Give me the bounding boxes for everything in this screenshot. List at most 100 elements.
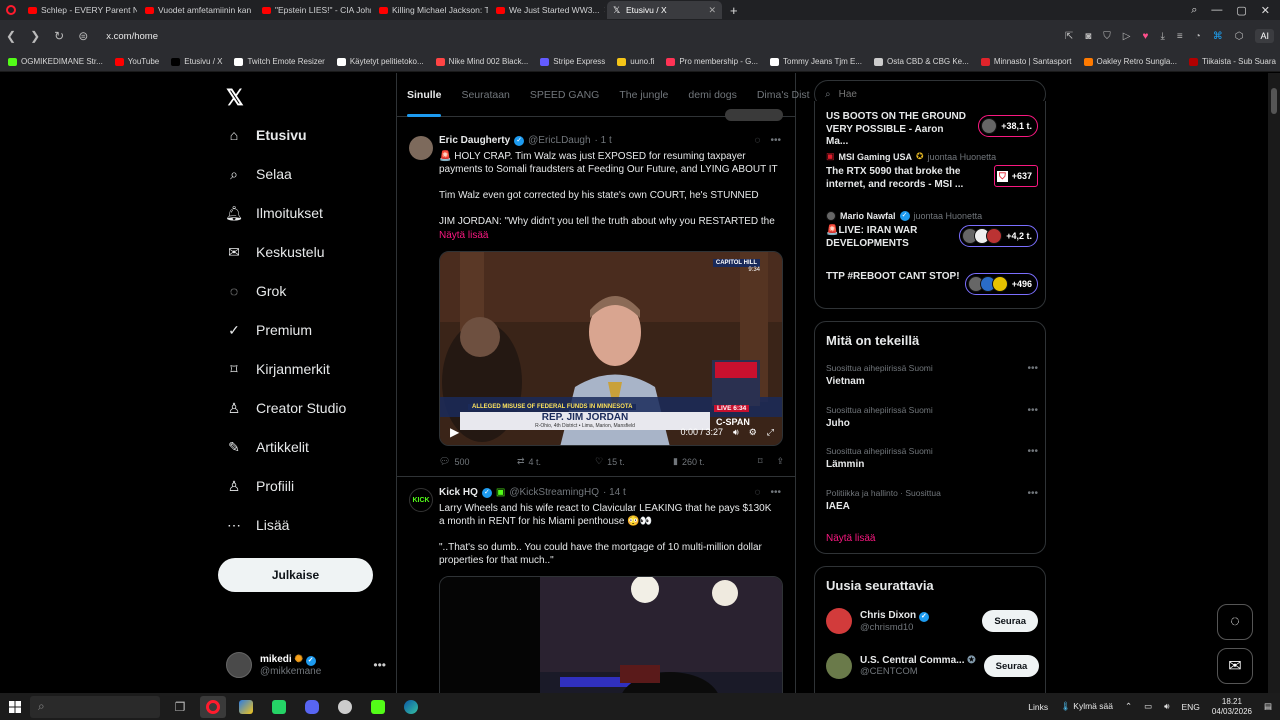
opera-logo-icon[interactable] (0, 0, 22, 20)
space-item[interactable]: Mario Nawfal ✓ juontaa Huonetta 🚨LIVE: IRA… (826, 211, 1038, 255)
browser-tab[interactable]: "Epstein LIES!" - CIA John✕ (256, 1, 371, 19)
windows-start-icon[interactable] (0, 700, 30, 713)
reply-button[interactable]: 💬︎ 500 (439, 456, 517, 467)
share-icon[interactable]: ⇪ (776, 456, 784, 467)
close-window-icon[interactable]: ✕ (1261, 4, 1270, 17)
ai-button[interactable]: AI (1255, 29, 1274, 43)
more-dots-icon[interactable]: ••• (770, 135, 781, 146)
follow-suggestion[interactable]: Chris Dixon ✓ @chrismd10 Seuraa (826, 603, 1038, 639)
fullscreen-icon[interactable]: ⤢ (767, 427, 774, 438)
bookmark-item[interactable]: Tiikaista - Sub Suara (1188, 57, 1276, 66)
nav-item-keskustelu[interactable]: ✉ Keskustelu (226, 240, 324, 264)
app-taskbar-icon[interactable] (332, 696, 358, 718)
nav-item-etusivu[interactable]: ⌂ Etusivu (226, 123, 307, 147)
post-button[interactable]: Julkaise (218, 558, 373, 592)
tweet-time[interactable]: · 1 t (595, 135, 612, 146)
search-input[interactable] (838, 88, 1019, 100)
trends-show-more-link[interactable]: Näytä lisää (826, 533, 875, 544)
minimize-icon[interactable]: — (1211, 4, 1222, 16)
back-icon[interactable]: ❮ (6, 29, 16, 43)
more-dots-icon[interactable]: ••• (1027, 488, 1038, 499)
more-dots-icon[interactable]: ••• (1027, 363, 1038, 374)
nav-item-lisää[interactable]: ⋯ Lisää (226, 513, 289, 537)
avatar[interactable] (409, 136, 433, 160)
like-button[interactable]: ♡ 15 t. (595, 456, 673, 467)
bookmark-item[interactable]: Pro membership - G... (666, 57, 758, 66)
network-icon[interactable]: ▭ (1144, 701, 1152, 712)
clock[interactable]: 18.21 04/03/2026 (1212, 697, 1252, 717)
bookmark-item[interactable]: Käytetyt pelitietoko... (336, 57, 424, 66)
page-scrollbar[interactable] (1268, 73, 1280, 693)
listener-pill[interactable]: +496 (964, 273, 1038, 295)
trend-item[interactable]: Suosittua aihepiirissä Suomi Juho ••• (826, 405, 1038, 429)
new-posts-pill[interactable] (725, 109, 783, 121)
player-icon[interactable]: ▷ (1123, 31, 1131, 42)
links-toolbar[interactable]: Links (1028, 702, 1048, 712)
discord-taskbar-icon[interactable] (299, 696, 325, 718)
bookmark-item[interactable]: Oakley Retro Sungla... (1083, 57, 1177, 66)
extension-icon[interactable]: ⌘ (1213, 31, 1223, 42)
feed-tab[interactable]: Sinulle (397, 73, 451, 117)
space-item[interactable]: US BOOTS ON THE GROUND VERY POSSIBLE - A… (826, 111, 1038, 147)
nav-item-profiili[interactable]: ♙ Profiili (226, 474, 294, 498)
messages-float-button[interactable]: ✉ (1217, 648, 1253, 684)
follow-suggestion[interactable]: U.S. Central Comma... ✪ @CENTCOM Seuraa (826, 648, 1040, 684)
volume-icon[interactable]: 🔊︎ (733, 427, 739, 438)
nav-item-grok[interactable]: ◌ Grok (226, 279, 287, 303)
cube-icon[interactable]: ⬡ (1235, 31, 1244, 42)
bookmark-item[interactable]: Tommy Jeans Tjm E... (770, 57, 862, 66)
browser-tab-active[interactable]: 𝕏 Etusivu / X ✕ (607, 1, 722, 19)
listener-pill[interactable]: +4,2 t. (959, 225, 1038, 247)
browser-tab[interactable]: Schlep - EVERY Parent Ne✕ (22, 1, 137, 19)
camera-icon[interactable]: ◙ (1085, 31, 1091, 42)
tweet-author-handle[interactable]: @EricLDaugh (528, 135, 590, 146)
shield-icon[interactable]: ⛉ (1103, 31, 1111, 42)
more-dots-icon[interactable]: ••• (1027, 446, 1038, 457)
taskbar-search-icon[interactable]: ⌕ (30, 695, 160, 718)
notifications-icon[interactable]: ▤ (1264, 701, 1272, 712)
trend-item[interactable]: Suosittua aihepiirissä Suomi Lämmin ••• (826, 446, 1038, 470)
play-icon[interactable]: ▶ (450, 425, 459, 439)
bookmark-item[interactable]: uuno.fi (617, 57, 654, 66)
settings-icon[interactable]: ⚙ (749, 427, 757, 438)
tweet[interactable]: KICK Kick HQ ✓ ▣ @KickStreamingHQ · 14 t… (397, 478, 795, 693)
bookmark-icon[interactable]: ⌑ (758, 456, 763, 467)
follow-button[interactable]: Seuraa (982, 610, 1038, 632)
feed-tab[interactable]: The jungle (609, 73, 678, 117)
x-logo-icon[interactable]: 𝕏 (226, 85, 244, 111)
heart-icon[interactable]: ♥ (1143, 31, 1149, 42)
show-more-link[interactable]: Näytä lisää (439, 230, 488, 241)
language-indicator[interactable]: ENG (1182, 702, 1200, 712)
trend-item[interactable]: Suosittua aihepiirissä Suomi Vietnam ••• (826, 363, 1038, 387)
search-tabs-icon[interactable]: ⌕ (1191, 4, 1197, 17)
volume-icon[interactable]: 🔊︎ (1164, 701, 1169, 712)
account-switcher[interactable]: mikedi ✺ ✓ @mikkemane ••• (226, 647, 386, 683)
tweet-author-name[interactable]: Eric Daugherty (439, 135, 510, 146)
browser-tab[interactable]: Killing Michael Jackson: Th✕ (373, 1, 488, 19)
repost-button[interactable]: ⇄ 4 t. (517, 456, 595, 467)
space-item[interactable]: TTP #REBOOT CANT STOP! +496 (826, 271, 1038, 301)
bookmark-item[interactable]: YouTube (114, 57, 159, 66)
nav-item-artikkelit[interactable]: ✎ Artikkelit (226, 435, 309, 459)
profile-icon[interactable]: ◔ (1195, 31, 1201, 42)
tweet-video[interactable]: ALLEGED MISUSE OF FEDERAL FUNDS IN MINNE… (439, 251, 783, 446)
whatsapp-taskbar-icon[interactable] (266, 696, 292, 718)
site-info-icon[interactable]: ⊜ (78, 29, 88, 43)
bookmark-item[interactable]: Osta CBD & CBG Ke... (874, 57, 969, 66)
bookmark-item[interactable]: Etusivu / X (171, 57, 222, 66)
space-item[interactable]: ▣ MSI Gaming USA ✪ juontaa Huonetta The RTX… (826, 151, 1038, 195)
avatar[interactable]: KICK (409, 488, 433, 512)
opera-taskbar-icon[interactable] (200, 695, 226, 718)
nav-item-selaa[interactable]: ⌕ Selaa (226, 162, 292, 186)
listener-pill[interactable]: ⛉ +637 (993, 165, 1038, 187)
grok-float-button[interactable]: ◌ (1217, 604, 1253, 640)
forward-icon[interactable]: ❯ (30, 29, 40, 43)
feed-tab[interactable]: Seurataan (451, 73, 519, 117)
tweet-time[interactable]: · 14 t (603, 487, 626, 498)
trend-item[interactable]: Politiikka ja hallinto · Suosittua IAEA ••… (826, 488, 1038, 512)
feed-tab[interactable]: SPEED GANG (520, 73, 609, 117)
bookmark-item[interactable]: Twitch Emote Resizer (234, 57, 325, 66)
maximize-icon[interactable]: ▢ (1236, 4, 1246, 17)
url-field[interactable]: x.com/home (106, 31, 158, 42)
listener-pill[interactable]: +38,1 t. (978, 115, 1038, 137)
